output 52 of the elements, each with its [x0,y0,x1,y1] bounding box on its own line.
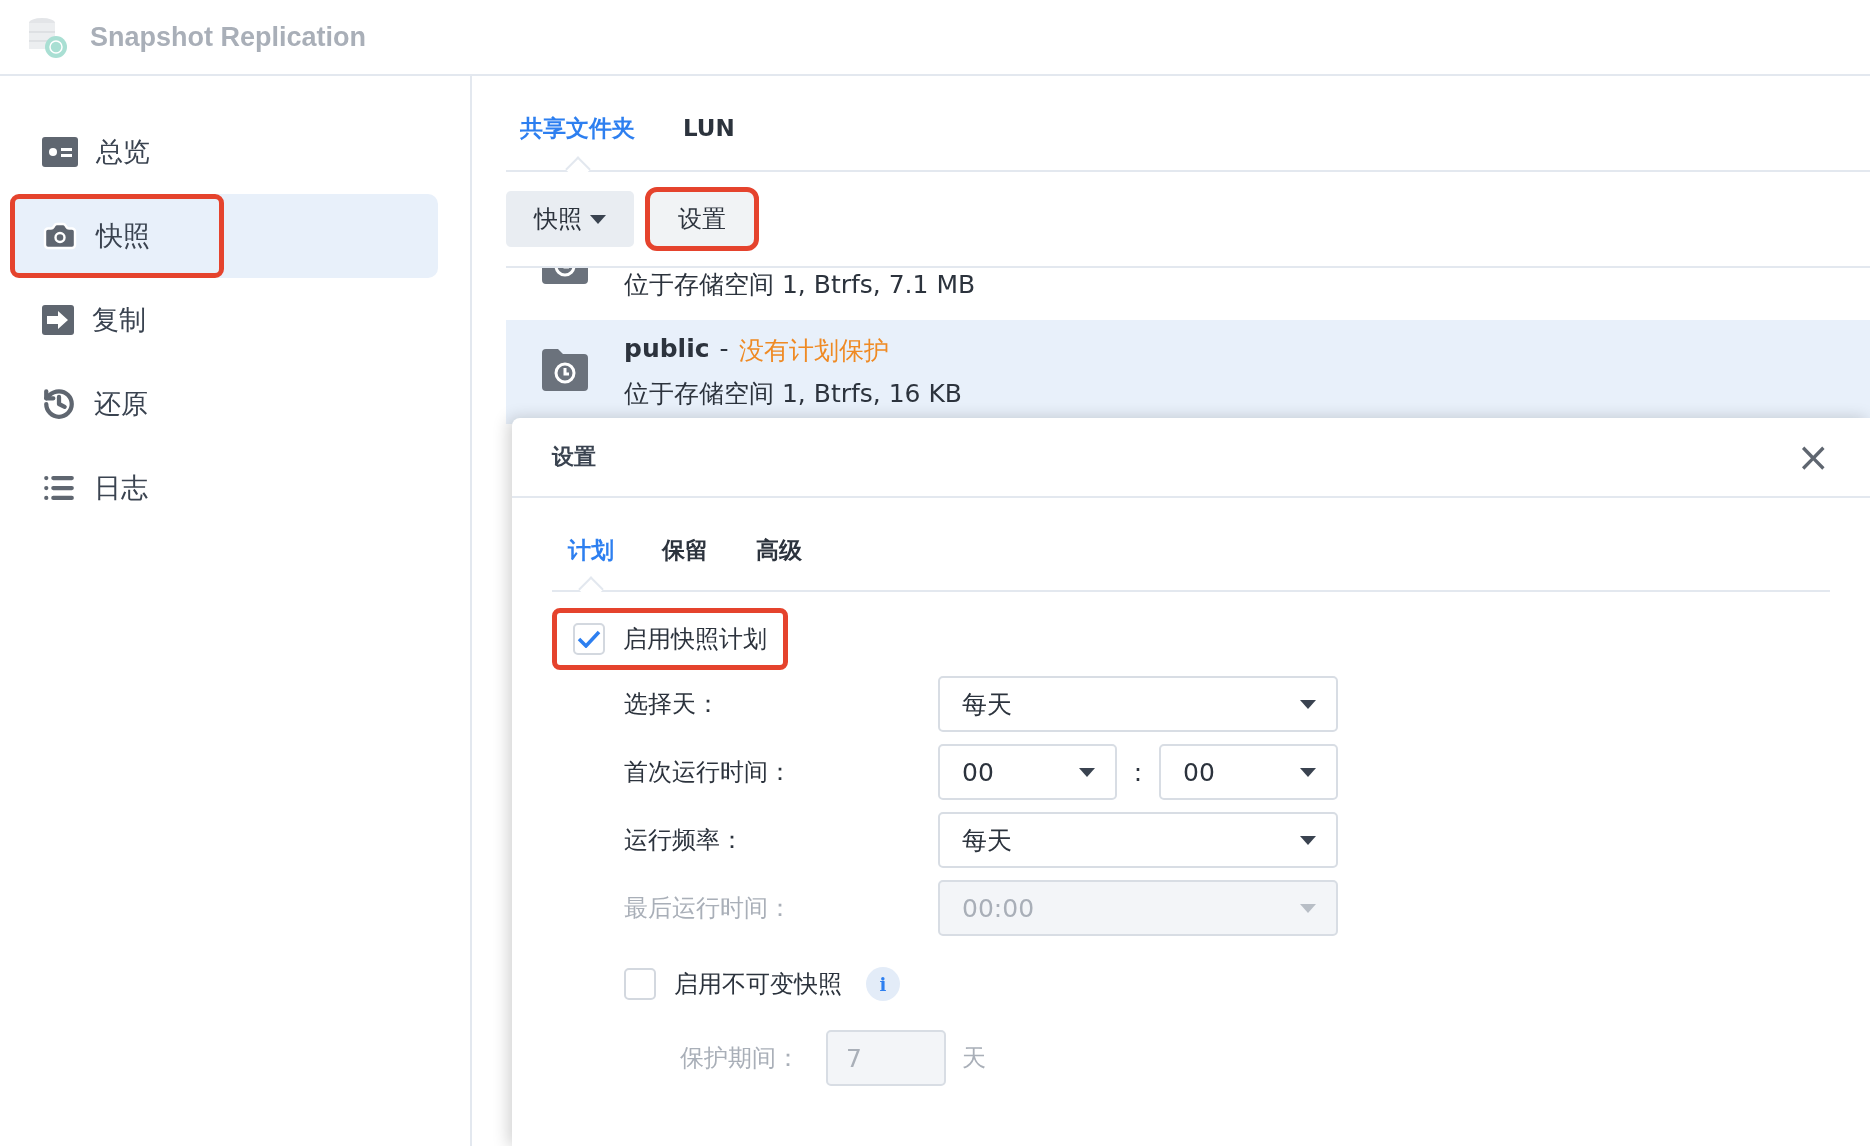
dropdown-field[interactable]: 每天 [938,812,1338,868]
caret-icon [1300,699,1316,709]
check-icon [577,630,601,648]
sidebar-item[interactable]: 总览 [10,110,438,194]
field-label: 运行频率： [624,825,745,856]
folder-row[interactable]: public - 没有计划保护 位于存储空间 1, Btrfs, 16 KB [506,320,1870,424]
caret-icon [1300,903,1316,913]
sidebar-label: 还原 [94,387,148,421]
history-icon [42,387,76,421]
field-label: 最后运行时间： [624,893,793,924]
checkbox-label: 启用不可变快照 [674,969,842,1000]
app-logo-icon [26,15,70,59]
id-card-icon [42,137,78,167]
folder-name: public [624,334,710,365]
sidebar-item[interactable]: 还原 [10,362,438,446]
arrow-box-icon [42,305,74,335]
minute-dropdown[interactable]: 00 [1159,744,1338,800]
tab[interactable]: 计划 [568,534,614,566]
field-label: 选择天： [624,689,721,720]
time-separator: : [1132,757,1144,787]
caret-icon [1300,835,1316,845]
sidebar-label: 总览 [96,135,150,169]
tab[interactable]: LUN [683,115,735,141]
unit-label: 天 [962,1043,986,1074]
app-title: Snapshot Replication [90,21,367,53]
hour-dropdown[interactable]: 00 [938,744,1117,800]
caret-icon [1079,767,1095,777]
checkbox[interactable] [624,968,656,1000]
folder-status: 没有计划保护 [738,335,889,367]
tab[interactable]: 共享文件夹 [520,112,635,144]
tab[interactable]: 保留 [662,534,708,566]
checkbox[interactable] [573,623,605,655]
close-button[interactable]: × [1796,437,1830,477]
sidebar-item[interactable]: 快照 [10,194,438,278]
separator-text: - [719,334,729,365]
dropdown-button[interactable]: 快照 [506,191,634,247]
caret-icon [590,214,606,224]
folder-history-icon [542,349,588,391]
caret-icon [1300,767,1316,777]
sidebar-label: 日志 [94,471,148,505]
sidebar-item[interactable]: 日志 [10,446,438,530]
folder-detail: 位于存储空间 1, Btrfs, 7.1 MB [624,269,976,301]
dialog-title: 设置 [552,443,596,471]
folder-detail: 位于存储空间 1, Btrfs, 16 KB [624,378,962,410]
sidebar-label: 快照 [96,219,150,253]
checkbox-label: 启用快照计划 [623,624,767,655]
tab[interactable]: 高级 [756,534,802,566]
field-label: 保护期间： [680,1043,800,1074]
sidebar-item[interactable]: 复制 [10,278,438,362]
field-label: 首次运行时间： [624,757,793,788]
dropdown-field[interactable]: 每天 [938,676,1338,732]
sidebar-label: 复制 [92,303,146,337]
